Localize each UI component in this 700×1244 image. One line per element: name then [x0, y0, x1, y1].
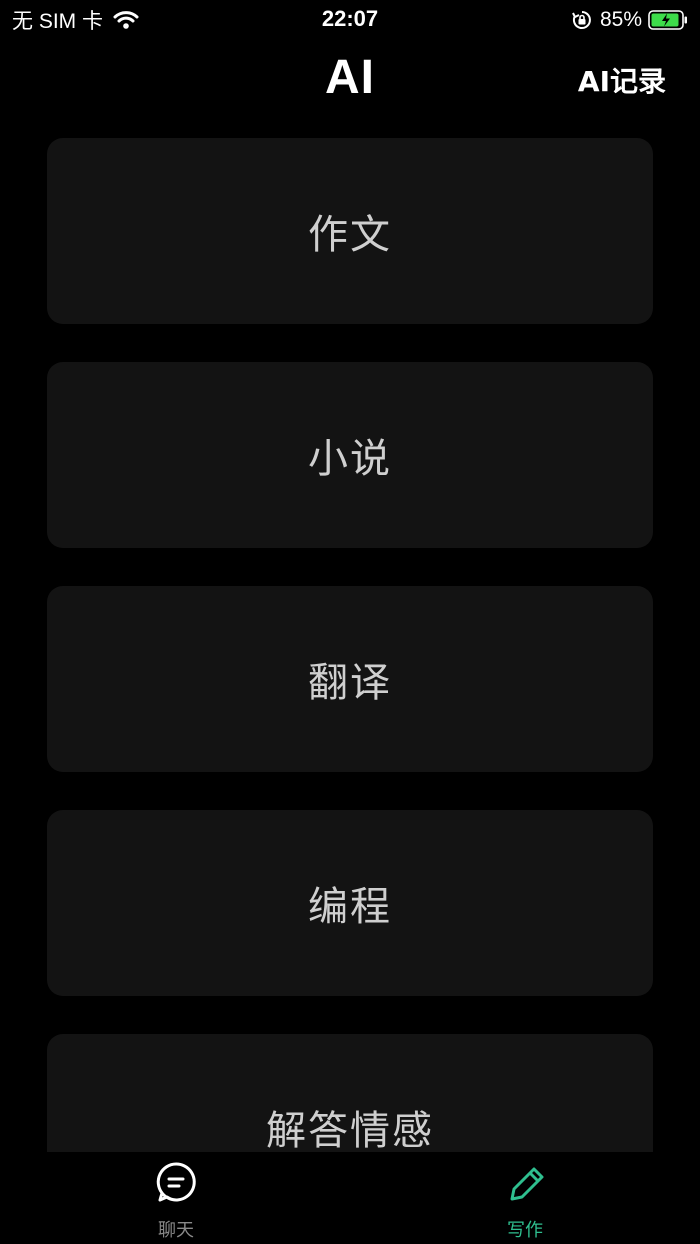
card-essay[interactable]: 作文	[47, 138, 653, 324]
pencil-icon	[503, 1160, 547, 1204]
tab-label: 写作	[507, 1220, 543, 1241]
chat-bubble-icon	[154, 1160, 198, 1204]
card-label: 编程	[308, 884, 392, 930]
card-label: 作文	[308, 212, 392, 258]
ai-history-button[interactable]: AI记录	[578, 60, 666, 100]
tab-bar: 聊天 写作	[0, 1152, 700, 1244]
card-label: 小说	[308, 436, 392, 482]
tab-write[interactable]: 写作	[455, 1160, 595, 1244]
card-translate[interactable]: 翻译	[47, 586, 653, 772]
tab-label: 聊天	[158, 1220, 194, 1241]
card-programming[interactable]: 编程	[47, 810, 653, 996]
tab-chat[interactable]: 聊天	[106, 1160, 246, 1244]
card-emotional-answers[interactable]: 解答情感	[47, 1034, 653, 1152]
card-novel[interactable]: 小说	[47, 362, 653, 548]
card-list: 作文 小说 翻译 编程 解答情感	[0, 0, 700, 1152]
card-label: 翻译	[308, 660, 392, 706]
card-label: 解答情感	[266, 1108, 434, 1152]
